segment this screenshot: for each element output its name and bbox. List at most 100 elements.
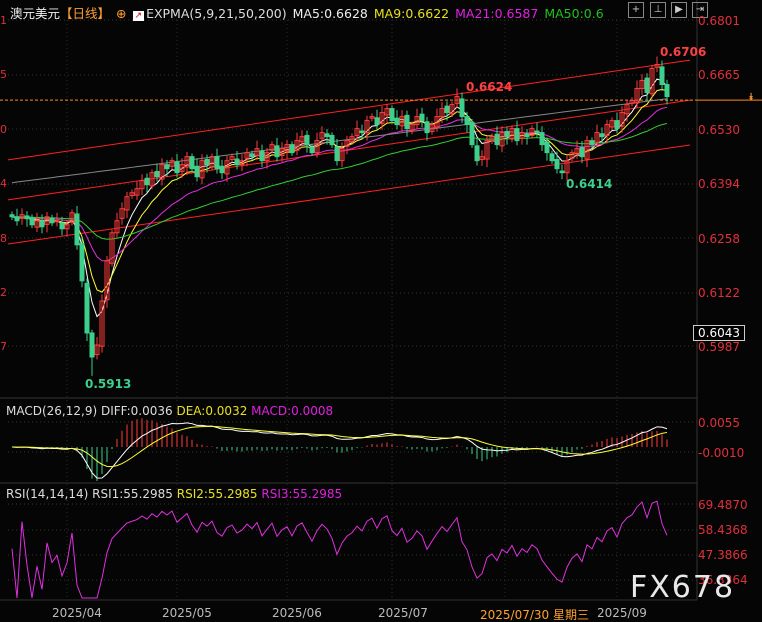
rsi-tick: 69.4870 — [698, 498, 748, 512]
ma50-value: MA50:0.6 — [544, 6, 604, 21]
candle-body — [514, 128, 520, 142]
candle-body — [54, 220, 60, 223]
period-label[interactable]: 【日线】 — [60, 6, 110, 21]
candle-body — [359, 130, 365, 134]
candle-body — [329, 134, 335, 146]
indicator-icon[interactable]: ↗ — [132, 11, 145, 21]
candle-body — [464, 116, 470, 126]
low2-annotation: 0.6414 — [566, 177, 613, 191]
crosshair-icon[interactable]: + — [628, 2, 644, 18]
candle-body — [164, 164, 170, 170]
candle-body — [9, 214, 15, 218]
ma5-value: MA5:0.6628 — [292, 6, 368, 21]
candle-body — [259, 150, 265, 162]
candle-body — [189, 156, 195, 170]
left-tick: 8 — [0, 232, 7, 245]
candle-body — [174, 161, 180, 174]
ema5-line — [11, 78, 668, 318]
candle-body — [644, 77, 650, 94]
candle-body — [334, 146, 340, 162]
candle-body — [49, 217, 55, 224]
candle-body — [469, 121, 475, 146]
add-icon[interactable]: ⊕ — [116, 6, 126, 21]
candle-body — [84, 282, 90, 334]
rsi3-value: RSI3:55.2985 — [261, 487, 343, 501]
chart-window: 澳元美元【日线】 ⊕ ↗ EXPMA(5,9,21,50,200) MA5:0.6628… — [0, 0, 762, 622]
candle-body — [14, 216, 20, 222]
candle-body — [374, 117, 380, 126]
macd-value: MACD:0.0008 — [251, 404, 334, 418]
candle-body — [614, 120, 620, 130]
candle-body — [74, 213, 80, 246]
rsi-label: RSI(14,14,14) — [6, 487, 89, 501]
candle-body — [554, 158, 560, 170]
candle-body — [559, 170, 565, 174]
candle-body — [39, 220, 45, 228]
candle-body — [549, 153, 555, 162]
price-tick: 0.6122 — [698, 286, 740, 300]
trend-channel-line — [7, 144, 691, 245]
macd-diff: DIFF:0.0036 — [100, 404, 173, 418]
left-tick: 7 — [0, 340, 7, 353]
indicator-name[interactable]: EXPMA(5,9,21,50,200) — [146, 6, 287, 21]
price-tick: 0.6801 — [698, 14, 740, 28]
rsi1-value: RSI1:55.2985 — [92, 487, 173, 501]
candle-body — [494, 133, 500, 146]
left-tick: 5 — [0, 68, 7, 81]
candle-body — [324, 133, 330, 138]
candle-body — [544, 141, 550, 154]
candle-body — [219, 165, 225, 174]
ma21-value: MA21:0.6587 — [455, 6, 539, 21]
candle-body — [664, 84, 670, 98]
left-tick: 2 — [0, 286, 7, 299]
price-tick: 0.6394 — [698, 177, 740, 191]
candle-body — [444, 105, 450, 114]
candle-body — [154, 170, 160, 178]
macd-dea: DEA:0.0032 — [176, 404, 248, 418]
candle-body — [524, 133, 530, 138]
candle-body — [249, 153, 255, 158]
ma9-value: MA9:0.6622 — [373, 6, 450, 21]
candle-body — [504, 130, 510, 138]
candle-body — [599, 133, 605, 138]
candle-body — [204, 158, 210, 166]
price-tick: 0.5987 — [698, 340, 740, 354]
x-tick: 2025/06 — [272, 606, 322, 620]
x-tick: 2025/07 — [378, 606, 428, 620]
candle-body — [394, 117, 400, 126]
candle-body — [79, 243, 85, 282]
main-legend: 澳元美元【日线】 ⊕ ↗ EXPMA(5,9,21,50,200) MA5:0.6628… — [10, 3, 610, 22]
candle-body — [144, 177, 150, 186]
candle-body — [59, 222, 65, 230]
candle-body — [539, 132, 545, 146]
candle-body — [459, 98, 465, 118]
left-tick: 0 — [0, 123, 7, 136]
play-icon[interactable]: ▶ — [671, 2, 687, 18]
macd-legend: MACD(26,12,9) DIFF:0.0036 DEA:0.0032 MAC… — [6, 404, 333, 418]
candle-body — [194, 165, 200, 178]
high-annotation: 0.6706 — [660, 45, 707, 59]
left-tick: 4 — [0, 177, 7, 190]
macd-tick: -0.0010 — [698, 446, 745, 460]
candle-body — [234, 158, 240, 166]
range-icon[interactable]: ⊥ — [650, 2, 666, 18]
rsi-tick: 58.4368 — [698, 523, 748, 537]
chart-canvas — [0, 0, 762, 601]
price-tick: 0.6665 — [698, 68, 740, 82]
price-tick: 0.6530 — [698, 123, 740, 137]
price-marker-icon[interactable]: ⯯ — [748, 92, 754, 103]
rsi2-value: RSI2:55.2985 — [176, 487, 258, 501]
x-tick: 2025/09 — [597, 606, 647, 620]
macd-label: MACD(26,12,9) — [6, 404, 98, 418]
candle-body — [389, 108, 395, 122]
candle-body — [424, 121, 430, 134]
macd-tick: 0.0055 — [698, 416, 740, 430]
rsi-line — [11, 500, 668, 599]
candle-body — [274, 145, 280, 158]
price-tick: 0.6258 — [698, 232, 740, 246]
candle-body — [474, 145, 480, 162]
x-tick: 2025/05 — [162, 606, 212, 620]
candle-body — [289, 144, 295, 154]
candle-body — [29, 217, 35, 226]
candle-body — [214, 156, 220, 170]
